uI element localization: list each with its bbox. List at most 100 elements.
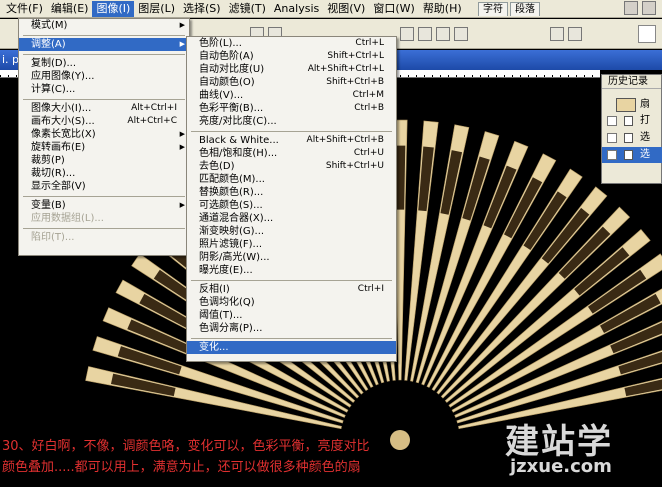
menu-item-shortcut: Ctrl+U [353,148,384,158]
window-controls [624,1,656,15]
menu-item-label: 去色(D) [199,161,235,172]
history-row[interactable]: 打 [602,113,662,129]
menu-item[interactable]: Black & White... Alt+Shift+Ctrl+B [187,134,396,147]
menu-item-label: 变量(B) [31,200,66,211]
menu-item[interactable]: 编辑(E) [47,1,93,17]
menu-item[interactable]: 像素长宽比(X) ▶ [19,128,189,141]
menu-item[interactable]: 亮度/对比度(C)... [187,115,396,128]
document-icon [624,133,633,143]
menu-item-label: 复制(D)... [31,58,77,69]
menu-item-shortcut: Shift+Ctrl+B [326,77,384,87]
menu-item[interactable]: 自动色阶(A) Shift+Ctrl+L [187,50,396,63]
menu-item-label: 像素长宽比(X) [31,129,96,140]
history-row[interactable]: 扇 [602,97,662,113]
menu-item[interactable]: 替换颜色(R)... [187,186,396,199]
menu-item[interactable]: 应用图像(Y)... [19,70,189,83]
menu-item[interactable]: 可选颜色(S)... [187,199,396,212]
menu-item[interactable]: 图像(I) [92,0,135,17]
history-row[interactable]: 选 [602,130,662,146]
history-row-label: 选 [640,149,650,160]
menu-item[interactable]: 窗口(W) [369,1,418,17]
menu-item[interactable]: 色阶(L)... Ctrl+L [187,37,396,50]
document-icon [624,150,633,160]
menu-item[interactable]: 显示全部(V) [19,180,189,193]
menu-item[interactable]: 色调均化(Q) [187,296,396,309]
menu-item[interactable]: 曝光度(E)... [187,264,396,277]
distribute-icon[interactable] [400,27,414,41]
menu-item[interactable]: 去色(D) Shift+Ctrl+U [187,160,396,173]
menu-item-label: 调整(A) [31,39,66,50]
menu-item[interactable]: 帮助(H) [419,1,466,17]
distribute-icon[interactable] [568,27,582,41]
menu-item[interactable]: 图像大小(I)... Alt+Ctrl+I [19,102,189,115]
menu-item-label: 色调分离(P)... [199,323,263,334]
menu-item-label: 自动对比度(U) [199,64,265,75]
menu-item[interactable]: 匹配颜色(M)... [187,173,396,186]
menu-item[interactable]: 渐变映射(G)... [187,225,396,238]
menu-item[interactable]: 曲线(V)... Ctrl+M [187,89,396,102]
history-row-label: 打 [640,115,650,126]
menu-item[interactable]: 图层(L) [134,1,179,17]
go-to-bridge-button[interactable] [638,25,656,43]
menu-item[interactable]: 照片滤镜(F)... [187,238,396,251]
history-row[interactable]: 选 [602,147,662,163]
menu-item-label: 阴影/高光(W)... [199,252,270,263]
submenu-arrow-icon: ▶ [179,40,185,48]
menu-item[interactable]: 陷印(T)... [19,231,189,244]
menubar: 文件(F) 编辑(E) 图像(I) 图层(L) 选择(S) 滤镜(T) Analysis 视图… [0,0,662,18]
menu-separator [23,196,185,197]
menu-item[interactable]: 阈值(T)... [187,309,396,322]
distribute-icon[interactable] [550,27,564,41]
menu-item[interactable]: 文件(F) [2,1,47,17]
panel-tab[interactable]: 字符 [478,2,508,16]
menu-item-shortcut: Ctrl+L [355,38,384,48]
menu-item[interactable]: 色调分离(P)... [187,322,396,335]
menu-item[interactable]: 模式(M) ▶ [19,19,189,32]
menu-item-label: 变化... [199,342,229,353]
menu-item[interactable]: 色彩平衡(B)... Ctrl+B [187,102,396,115]
menu-item[interactable]: 自动对比度(U) Alt+Shift+Ctrl+L [187,63,396,76]
menu-item-shortcut: Alt+Shift+Ctrl+B [306,135,384,145]
distribute-icon[interactable] [418,27,432,41]
watermark-url: jzxue.com [510,456,612,477]
menu-item[interactable]: 裁切(R)... [19,167,189,180]
menu-item-shortcut: Alt+Ctrl+I [131,103,177,113]
menu-separator [23,54,185,55]
menu-item[interactable]: 变量(B) ▶ [19,199,189,212]
menu-item-label: 自动色阶(A) [199,51,254,62]
menu-item[interactable]: 视图(V) [323,1,369,17]
history-panel-title: 历史记录 [602,75,661,89]
menu-item[interactable]: 应用数据组(L)... [19,212,189,225]
menu-item[interactable]: 选择(S) [179,1,225,17]
image-menu: 模式(M) ▶ 调整(A) ▶ 复制(D)... 应用图像(Y)... 计算(C)... 图像… [18,18,190,256]
document-icon [624,116,633,126]
close-icon[interactable] [642,1,656,15]
menu-item[interactable]: 调整(A) ▶ [19,38,189,51]
distribute-icon[interactable] [454,27,468,41]
checkbox-icon[interactable] [607,133,617,143]
menu-item[interactable]: Analysis [270,1,323,17]
checkbox-icon[interactable] [607,116,617,126]
menu-item[interactable]: 自动颜色(O) Shift+Ctrl+B [187,76,396,89]
menu-item[interactable]: 反相(I) Ctrl+I [187,283,396,296]
menu-item[interactable]: 滤镜(T) [225,1,270,17]
menu-item[interactable]: 变化... [187,341,396,354]
menu-item-label: 裁剪(P) [31,155,65,166]
menu-item-label: 显示全部(V) [31,181,86,192]
distribute-icon[interactable] [436,27,450,41]
submenu-arrow-icon: ▶ [179,201,185,209]
menu-item[interactable]: 裁剪(P) [19,154,189,167]
menu-item[interactable]: 画布大小(S)... Alt+Ctrl+C [19,115,189,128]
menu-item[interactable]: 旋转画布(E) ▶ [19,141,189,154]
menu-separator [191,280,392,281]
snapshot-thumbnail-icon [616,98,636,112]
menu-item[interactable]: 阴影/高光(W)... [187,251,396,264]
menu-item[interactable]: 通道混合器(X)... [187,212,396,225]
menu-item-label: 渐变映射(G)... [199,226,265,237]
menu-item[interactable]: 计算(C)... [19,83,189,96]
panel-menu-icon[interactable] [624,1,638,15]
menu-item[interactable]: 复制(D)... [19,57,189,70]
panel-tab[interactable]: 段落 [510,2,540,16]
menu-item[interactable]: 色相/饱和度(H)... Ctrl+U [187,147,396,160]
checkbox-icon[interactable] [607,150,617,160]
